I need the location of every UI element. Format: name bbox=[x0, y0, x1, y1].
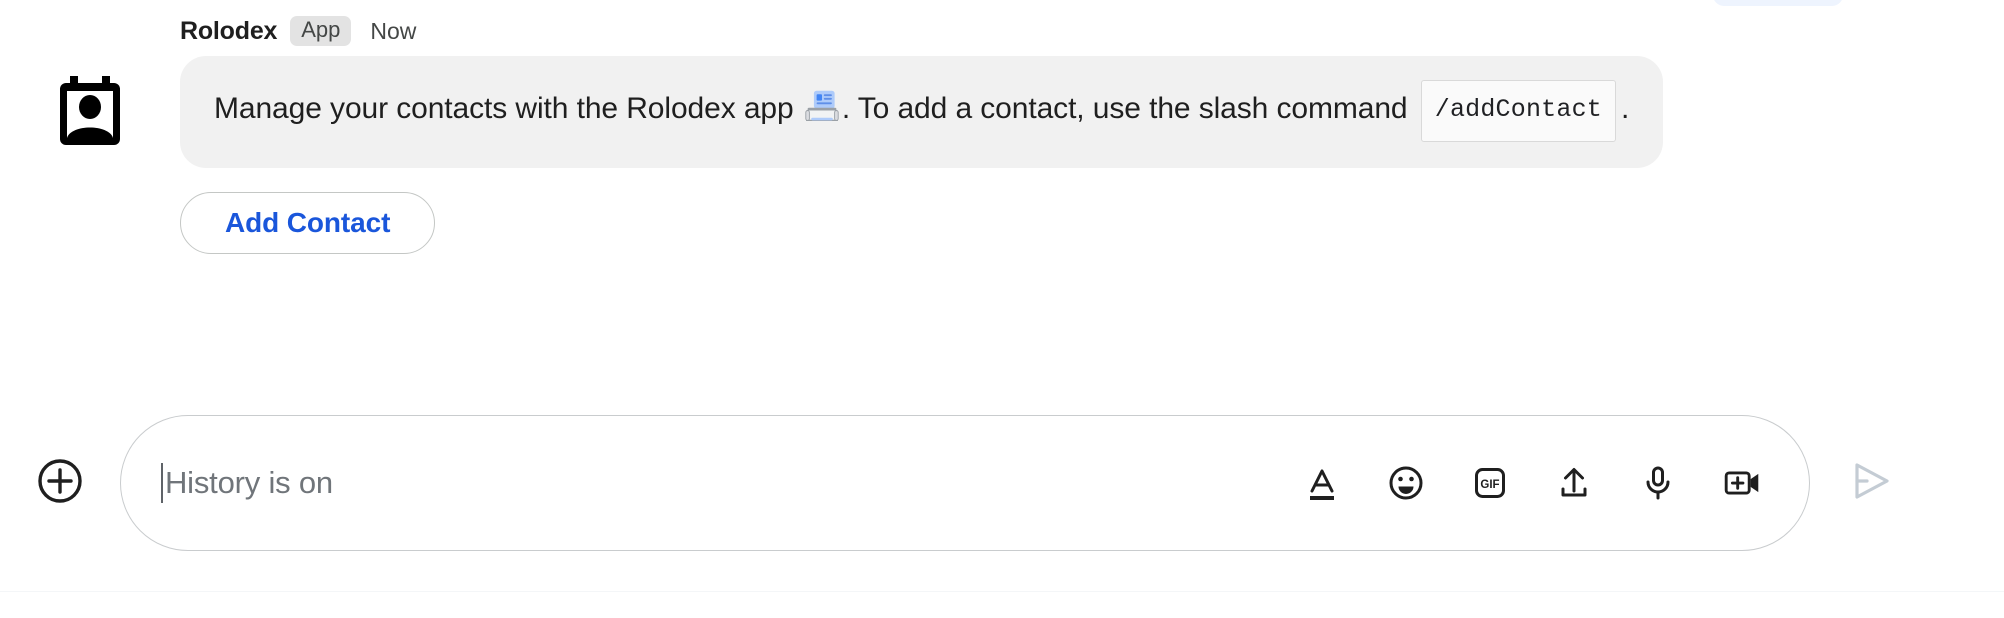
message-composer: History is on GIF bbox=[0, 415, 2004, 551]
clipped-chip-artifact bbox=[1713, 0, 1843, 6]
chat-message-panel: Rolodex App Now Manage your contacts wit… bbox=[0, 0, 2004, 618]
message-actions: Add Contact bbox=[180, 192, 1844, 254]
message-body: Manage your contacts with the Rolodex ap… bbox=[214, 80, 1629, 142]
contact-card-icon bbox=[57, 76, 123, 146]
svg-text:GIF: GIF bbox=[1480, 479, 1499, 491]
microphone-icon[interactable] bbox=[1635, 460, 1681, 506]
add-contact-button[interactable]: Add Contact bbox=[180, 192, 436, 254]
gif-icon[interactable]: GIF bbox=[1467, 460, 1513, 506]
chat-message: Rolodex App Now Manage your contacts wit… bbox=[0, 14, 2004, 254]
plus-circle-icon bbox=[36, 457, 84, 510]
add-attachment-button[interactable] bbox=[0, 457, 120, 510]
format-text-icon[interactable] bbox=[1299, 460, 1345, 506]
send-icon bbox=[1844, 455, 1896, 512]
slash-command-chip: /addContact bbox=[1420, 80, 1616, 142]
message-text-part-1: Manage your contacts with the Rolodex ap… bbox=[214, 92, 802, 125]
bottom-divider bbox=[0, 591, 2004, 592]
sender-name: Rolodex bbox=[180, 16, 278, 45]
video-add-icon[interactable] bbox=[1719, 460, 1765, 506]
message-input-field[interactable]: History is on GIF bbox=[120, 415, 1810, 551]
card-index-emoji bbox=[804, 88, 840, 141]
composer-toolbar: GIF bbox=[1299, 460, 1765, 506]
text-caret bbox=[161, 463, 163, 503]
app-badge: App bbox=[290, 16, 352, 46]
message-bubble: Manage your contacts with the Rolodex ap… bbox=[180, 56, 1664, 168]
message-text-part-3: . bbox=[1620, 92, 1630, 125]
emoji-icon[interactable] bbox=[1383, 460, 1429, 506]
message-header: Rolodex App Now bbox=[180, 14, 1844, 48]
upload-icon[interactable] bbox=[1551, 460, 1597, 506]
avatar-column bbox=[0, 14, 180, 146]
message-input-placeholder: History is on bbox=[165, 465, 333, 500]
message-text-part-2: . To add a contact, use the slash comman… bbox=[841, 92, 1416, 125]
send-button[interactable] bbox=[1810, 455, 1930, 512]
message-timestamp: Now bbox=[370, 17, 417, 44]
message-column: Rolodex App Now Manage your contacts wit… bbox=[180, 14, 2004, 254]
